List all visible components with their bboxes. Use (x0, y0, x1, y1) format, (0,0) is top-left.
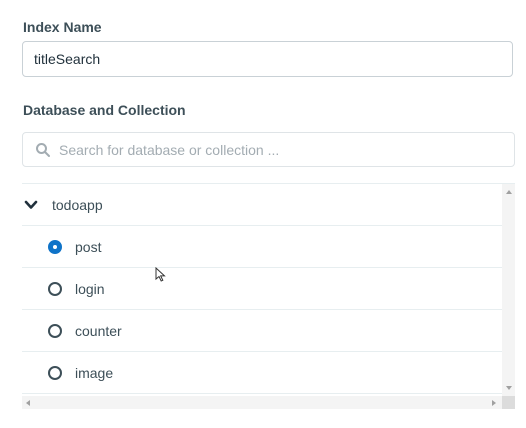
scroll-right-icon[interactable] (492, 400, 496, 406)
database-name: todoapp (52, 196, 103, 213)
collection-row-login[interactable]: login (22, 268, 502, 310)
collection-name: login (75, 280, 105, 297)
horizontal-scrollbar[interactable] (22, 396, 502, 409)
search-icon (36, 143, 50, 157)
database-collection-label: Database and Collection (23, 102, 186, 118)
namespace-list: todoapp post login counter image (22, 184, 502, 396)
scroll-down-icon[interactable] (506, 386, 512, 390)
create-search-index-form: Index Name Database and Collection todoa… (0, 0, 526, 428)
scroll-left-icon[interactable] (26, 400, 30, 406)
radio-unselected-icon[interactable] (48, 323, 62, 338)
collection-row-post[interactable]: post (22, 226, 502, 268)
scrollbar-corner (502, 396, 515, 409)
collection-row-image[interactable]: image (22, 352, 502, 394)
radio-selected-icon[interactable] (48, 239, 62, 254)
radio-unselected-icon[interactable] (48, 365, 62, 380)
database-row-todoapp[interactable]: todoapp (22, 184, 502, 226)
index-name-label: Index Name (23, 19, 102, 35)
collection-name: image (75, 364, 114, 381)
scroll-up-icon[interactable] (506, 190, 512, 194)
collection-name: post (75, 238, 102, 255)
namespace-tree: todoapp post login counter image (22, 183, 515, 409)
index-name-input[interactable] (22, 41, 513, 77)
radio-unselected-icon[interactable] (48, 281, 62, 296)
collection-row-counter[interactable]: counter (22, 310, 502, 352)
collection-search-input[interactable] (59, 133, 499, 166)
collection-search-box[interactable] (22, 132, 515, 167)
chevron-down-icon[interactable] (24, 198, 38, 212)
collection-name: counter (75, 322, 122, 339)
mouse-pointer-icon (155, 267, 166, 282)
vertical-scrollbar[interactable] (502, 184, 515, 396)
